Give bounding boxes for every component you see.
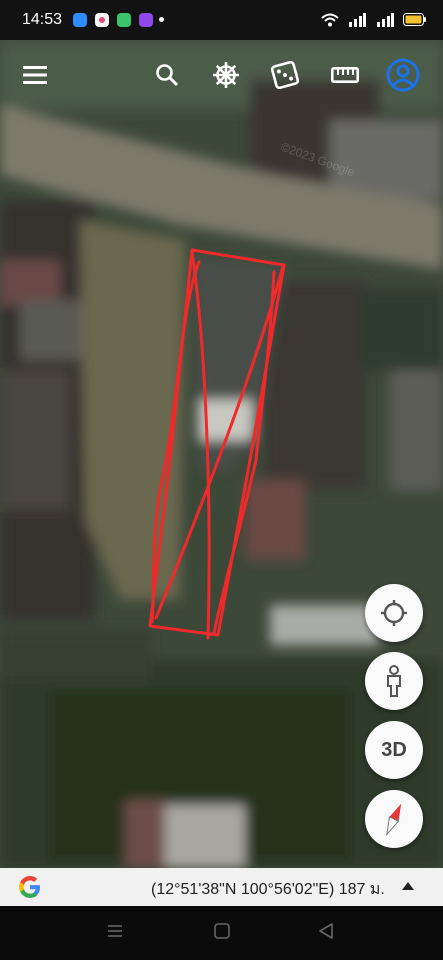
street-view-button[interactable] [365, 652, 423, 710]
message-app-icon [73, 13, 87, 27]
coordinates-text: (12°51'38"N 100°56'02"E) 187 ม. [151, 881, 385, 898]
google-logo-icon [19, 876, 40, 898]
home-icon[interactable] [213, 922, 231, 940]
status-time: 14:53 [22, 11, 63, 28]
recent-apps-icon[interactable] [106, 922, 124, 940]
signal-icon [376, 12, 394, 27]
voyager-wheel-icon [213, 62, 239, 88]
feeling-lucky-dice-icon [271, 61, 299, 89]
status-bar: 14:53 [0, 0, 443, 40]
more-notifications-dot [159, 17, 164, 22]
expand-up-icon[interactable] [402, 882, 414, 890]
measure-ruler-icon [331, 67, 359, 83]
compass-icon [386, 803, 402, 837]
chat-app-icon [117, 13, 131, 27]
search-icon [156, 64, 179, 87]
info-bar[interactable]: (12°51'38"N 100°56'02"E) 187 ม. [0, 868, 443, 906]
game-app-icon [139, 13, 153, 27]
menu-button[interactable] [15, 55, 55, 95]
voyager-button[interactable] [206, 55, 246, 95]
photo-app-icon [95, 13, 109, 27]
navigation-bar [0, 906, 443, 960]
back-icon[interactable] [317, 922, 335, 940]
compass-button[interactable] [365, 790, 423, 848]
search-button[interactable] [147, 55, 187, 95]
account-button[interactable] [383, 55, 423, 95]
account-icon [386, 58, 420, 92]
battery-icon [403, 13, 426, 27]
menu-icon [23, 66, 47, 84]
3d-view-button[interactable]: 3D [365, 721, 423, 779]
crosshair-icon [381, 600, 407, 626]
wifi-icon [320, 13, 339, 27]
3d-label: 3D [381, 738, 407, 761]
signal-icon [349, 12, 367, 27]
feeling-lucky-button[interactable] [265, 55, 305, 95]
my-location-button[interactable] [365, 584, 423, 642]
top-toolbar [0, 40, 443, 110]
pegman-icon [387, 665, 401, 697]
measure-button[interactable] [325, 55, 365, 95]
